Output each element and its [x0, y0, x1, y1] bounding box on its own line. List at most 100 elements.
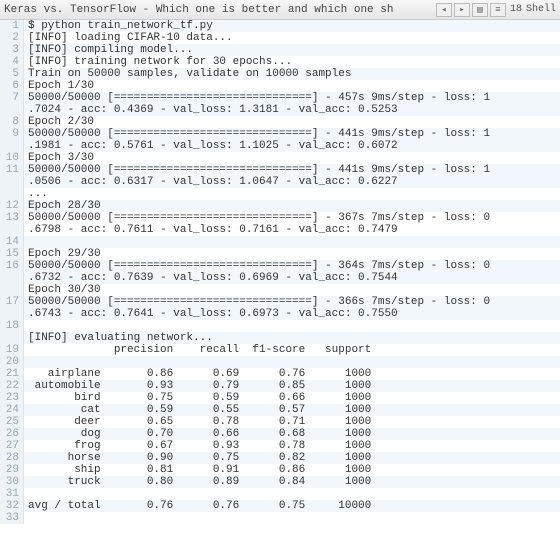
terminal-line: .1981 - acc: 0.5761 - val_loss: 1.1025 -… [0, 140, 560, 152]
line-text: Train on 50000 samples, validate on 1000… [24, 68, 560, 80]
line-text: bird 0.75 0.59 0.66 1000 [24, 392, 560, 404]
terminal-viewport[interactable]: 1$ python train_network_tf.py2[INFO] loa… [0, 20, 560, 545]
nav-next-icon[interactable]: ▸ [454, 3, 470, 17]
line-text: dog 0.70 0.66 0.68 1000 [24, 428, 560, 440]
terminal-line: 22 automobile 0.93 0.79 0.85 1000 [0, 380, 560, 392]
line-text: 50000/50000 [===========================… [24, 260, 560, 272]
terminal-line: 1350000/50000 [=========================… [0, 212, 560, 224]
line-text: [INFO] compiling model... [24, 44, 560, 56]
line-number: 11 [0, 164, 24, 176]
shell-label: Shell [526, 4, 556, 15]
terminal-line: 20 [0, 356, 560, 368]
line-number: 25 [0, 416, 24, 428]
terminal-line: 30 truck 0.80 0.89 0.84 1000 [0, 476, 560, 488]
shell-badge: 18 [510, 4, 522, 15]
line-number: 18 [0, 320, 24, 332]
line-text: .6743 - acc: 0.7641 - val_loss: 0.6973 -… [24, 308, 560, 320]
line-text [24, 488, 560, 500]
terminal-line: 26 dog 0.70 0.66 0.68 1000 [0, 428, 560, 440]
list-icon[interactable]: ≡ [490, 3, 506, 17]
terminal-line: 1$ python train_network_tf.py [0, 20, 560, 32]
terminal-line: 1750000/50000 [=========================… [0, 296, 560, 308]
line-text: airplane 0.86 0.69 0.76 1000 [24, 368, 560, 380]
terminal-line: 18 [0, 320, 560, 332]
line-text [24, 320, 560, 332]
line-number [0, 176, 24, 188]
line-number: 7 [0, 92, 24, 104]
line-number: 32 [0, 500, 24, 512]
line-text [24, 236, 560, 248]
line-number: 16 [0, 260, 24, 272]
line-text: automobile 0.93 0.79 0.85 1000 [24, 380, 560, 392]
terminal-line: [INFO] evaluating network... [0, 332, 560, 344]
terminal-line: 10Epoch 3/30 [0, 152, 560, 164]
line-text: horse 0.90 0.75 0.82 1000 [24, 452, 560, 464]
terminal-line: 28 horse 0.90 0.75 0.82 1000 [0, 452, 560, 464]
line-text: .1981 - acc: 0.5761 - val_loss: 1.1025 -… [24, 140, 560, 152]
line-text: Epoch 30/30 [24, 284, 560, 296]
line-number: 2 [0, 32, 24, 44]
line-text: frog 0.67 0.93 0.78 1000 [24, 440, 560, 452]
line-text: avg / total 0.76 0.76 0.75 10000 [24, 500, 560, 512]
terminal-line: 1650000/50000 [=========================… [0, 260, 560, 272]
line-text: [INFO] training network for 30 epochs... [24, 56, 560, 68]
title-bar-controls: ◂ ▸ ▤ ≡ [436, 3, 506, 17]
line-number [0, 104, 24, 116]
line-number: 3 [0, 44, 24, 56]
terminal-line: .6798 - acc: 0.7611 - val_loss: 0.7161 -… [0, 224, 560, 236]
terminal-line: 31 [0, 488, 560, 500]
terminal-line: 2[INFO] loading CIFAR-10 data... [0, 32, 560, 44]
terminal-line: 29 ship 0.81 0.91 0.86 1000 [0, 464, 560, 476]
line-number: 30 [0, 476, 24, 488]
line-number: 12 [0, 200, 24, 212]
line-number: 21 [0, 368, 24, 380]
line-text: Epoch 2/30 [24, 116, 560, 128]
line-text: $ python train_network_tf.py [24, 20, 560, 32]
terminal-line: 33 [0, 512, 560, 524]
line-text: 50000/50000 [===========================… [24, 92, 560, 104]
title-bar: Keras vs. TensorFlow - Which one is bett… [0, 0, 560, 20]
line-text: 50000/50000 [===========================… [24, 296, 560, 308]
line-number: 26 [0, 428, 24, 440]
terminal-line: .6743 - acc: 0.7641 - val_loss: 0.6973 -… [0, 308, 560, 320]
terminal-line: 4[INFO] training network for 30 epochs..… [0, 56, 560, 68]
line-number: 24 [0, 404, 24, 416]
line-text: 50000/50000 [===========================… [24, 164, 560, 176]
split-icon[interactable]: ▤ [472, 3, 488, 17]
line-number: 17 [0, 296, 24, 308]
terminal-line: 750000/50000 [==========================… [0, 92, 560, 104]
terminal-line: 12Epoch 28/30 [0, 200, 560, 212]
line-text [24, 512, 560, 524]
line-text: ship 0.81 0.91 0.86 1000 [24, 464, 560, 476]
line-number [0, 224, 24, 236]
terminal-line: 6Epoch 1/30 [0, 80, 560, 92]
line-number: 22 [0, 380, 24, 392]
terminal-line: 24 cat 0.59 0.55 0.57 1000 [0, 404, 560, 416]
line-text: [INFO] loading CIFAR-10 data... [24, 32, 560, 44]
line-number: 15 [0, 248, 24, 260]
line-text: .6798 - acc: 0.7611 - val_loss: 0.7161 -… [24, 224, 560, 236]
line-number: 28 [0, 452, 24, 464]
terminal-line: .7024 - acc: 0.4369 - val_loss: 1.3181 -… [0, 104, 560, 116]
line-text: ... [24, 188, 560, 200]
terminal-line: ... [0, 188, 560, 200]
line-number: 19 [0, 344, 24, 356]
terminal-line: 25 deer 0.65 0.78 0.71 1000 [0, 416, 560, 428]
line-text [24, 356, 560, 368]
terminal-line: 27 frog 0.67 0.93 0.78 1000 [0, 440, 560, 452]
line-number: 33 [0, 512, 24, 524]
line-number: 14 [0, 236, 24, 248]
line-text: [INFO] evaluating network... [24, 332, 560, 344]
terminal-line: 1150000/50000 [=========================… [0, 164, 560, 176]
line-number: 23 [0, 392, 24, 404]
window-title: Keras vs. TensorFlow - Which one is bett… [4, 4, 436, 16]
line-number: 9 [0, 128, 24, 140]
nav-prev-icon[interactable]: ◂ [436, 3, 452, 17]
line-text: cat 0.59 0.55 0.57 1000 [24, 404, 560, 416]
terminal-line: 15Epoch 29/30 [0, 248, 560, 260]
line-text: truck 0.80 0.89 0.84 1000 [24, 476, 560, 488]
terminal-line: 32avg / total 0.76 0.76 0.75 10000 [0, 500, 560, 512]
line-text: deer 0.65 0.78 0.71 1000 [24, 416, 560, 428]
line-number: 4 [0, 56, 24, 68]
line-text: Epoch 29/30 [24, 248, 560, 260]
